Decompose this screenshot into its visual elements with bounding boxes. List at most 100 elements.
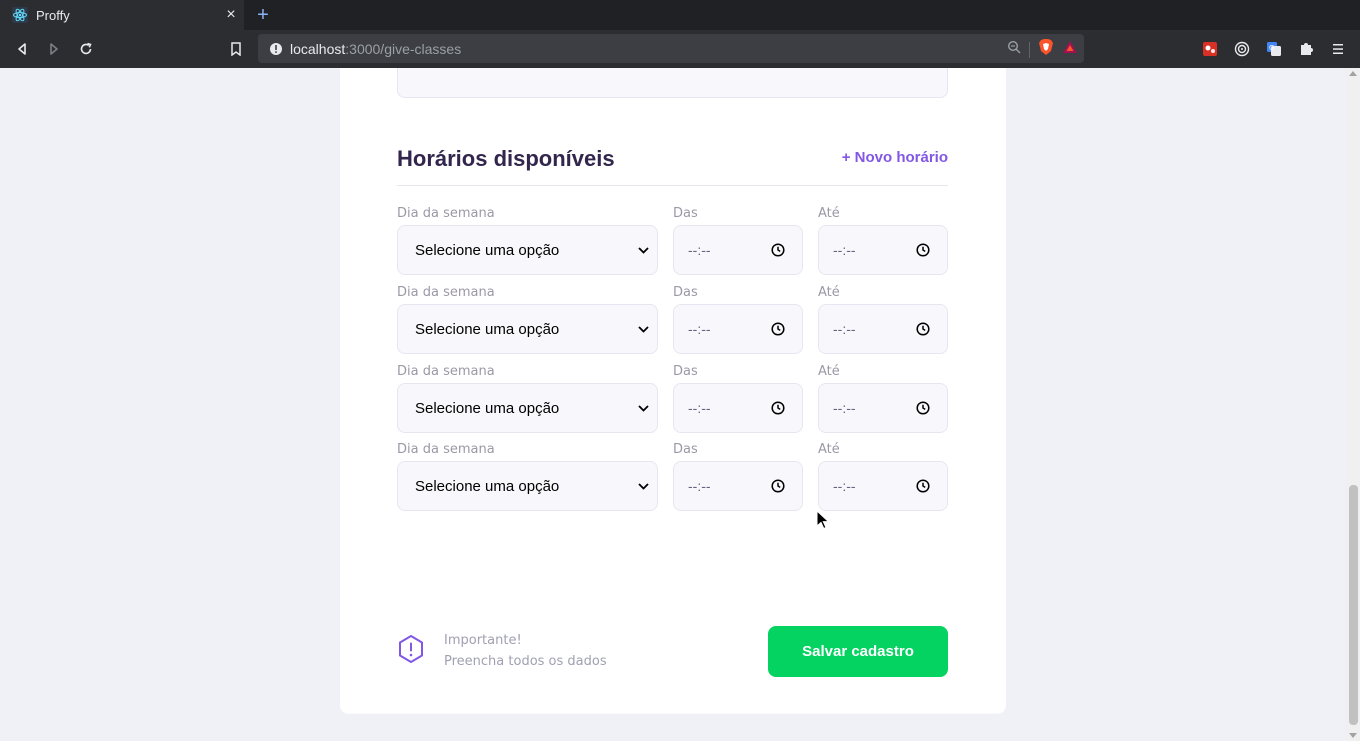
- warning-text: Preencha todos os dados: [444, 654, 607, 669]
- schedule-item: Dia da semana Das Até Selecione uma opçã…: [397, 442, 948, 520]
- url-actions: [1007, 38, 1078, 61]
- puzzle-icon: [1301, 43, 1313, 55]
- brave-rewards-icon[interactable]: [1062, 39, 1078, 60]
- to-label: Até: [818, 442, 840, 457]
- from-time-value: --:--: [688, 478, 711, 494]
- address-bar[interactable]: localhost:3000/give-classes: [258, 34, 1084, 63]
- week-day-select[interactable]: Selecione uma opção: [397, 383, 658, 433]
- reload-icon: [80, 42, 92, 55]
- scroll-down-icon[interactable]: [1349, 733, 1357, 738]
- browser-toolbar: localhost:3000/give-classes G: [0, 30, 1360, 68]
- brave-shield-icon[interactable]: [1038, 38, 1054, 61]
- week-day-label: Dia da semana: [397, 285, 495, 300]
- week-day-label: Dia da semana: [397, 364, 495, 379]
- to-time-value: --:--: [833, 321, 856, 337]
- week-day-label: Dia da semana: [397, 206, 495, 221]
- extensions-menu-button[interactable]: [1294, 37, 1318, 61]
- scroll-up-icon[interactable]: [1349, 71, 1357, 76]
- browser-tab[interactable]: Proffy ×: [0, 0, 244, 30]
- schedule-item: Dia da semana Das Até Selecione uma opçã…: [397, 206, 948, 284]
- chevron-down-icon: [633, 246, 653, 254]
- to-label: Até: [818, 364, 840, 379]
- to-time-input[interactable]: --:--: [818, 461, 948, 511]
- form-footer: Importante! Preencha todos os dados Salv…: [340, 590, 1006, 677]
- tab-bar: Proffy × +: [0, 0, 1360, 30]
- warning-icon: [399, 635, 423, 663]
- new-time-button[interactable]: + Novo horário: [842, 149, 948, 166]
- clock-icon[interactable]: [915, 401, 931, 415]
- schedule-item: Dia da semana Das Até Selecione uma opçã…: [397, 285, 948, 363]
- url-path: :3000/give-classes: [345, 40, 462, 57]
- from-time-input[interactable]: --:--: [673, 383, 803, 433]
- week-day-value: Selecione uma opção: [415, 320, 560, 338]
- chevron-down-icon: [633, 325, 653, 333]
- from-label: Das: [673, 442, 698, 457]
- to-label: Até: [818, 285, 840, 300]
- from-label: Das: [673, 206, 698, 221]
- to-time-value: --:--: [833, 478, 856, 494]
- new-tab-button[interactable]: +: [252, 4, 274, 26]
- previous-textarea[interactable]: [397, 68, 948, 98]
- clock-icon[interactable]: [770, 243, 786, 257]
- translate-icon: G: [1267, 42, 1281, 56]
- tab-title: Proffy: [36, 7, 70, 23]
- schedule-item: Dia da semana Das Até Selecione uma opçã…: [397, 364, 948, 442]
- from-time-value: --:--: [688, 400, 711, 416]
- week-day-select[interactable]: Selecione uma opção: [397, 304, 658, 354]
- react-icon: [12, 7, 28, 23]
- forward-icon: [50, 43, 58, 55]
- zoom-icon[interactable]: [1007, 40, 1021, 59]
- clock-icon[interactable]: [770, 401, 786, 415]
- url-host: localhost: [290, 40, 346, 57]
- url-text: localhost:3000/give-classes: [290, 41, 461, 57]
- from-time-input[interactable]: --:--: [673, 304, 803, 354]
- from-time-input[interactable]: --:--: [673, 225, 803, 275]
- forward-button[interactable]: [42, 37, 66, 61]
- to-time-input[interactable]: --:--: [818, 225, 948, 275]
- week-day-label: Dia da semana: [397, 442, 495, 457]
- to-time-input[interactable]: --:--: [818, 304, 948, 354]
- page-viewport: Horários disponíveis + Novo horário Dia …: [0, 68, 1346, 741]
- clock-icon[interactable]: [915, 243, 931, 257]
- week-day-value: Selecione uma opção: [415, 399, 560, 417]
- chevron-down-icon: [633, 482, 653, 490]
- reload-button[interactable]: [74, 37, 98, 61]
- to-label: Até: [818, 206, 840, 221]
- week-day-select[interactable]: Selecione uma opção: [397, 225, 658, 275]
- bookmark-icon: [231, 42, 241, 56]
- from-time-value: --:--: [688, 242, 711, 258]
- clock-icon[interactable]: [915, 479, 931, 493]
- info-icon[interactable]: [262, 42, 290, 56]
- scroll-thumb[interactable]: [1349, 485, 1358, 725]
- back-icon: [18, 43, 26, 55]
- chevron-down-icon: [633, 404, 653, 412]
- section-header: Horários disponíveis + Novo horário: [397, 146, 948, 186]
- target-icon: [1234, 41, 1250, 57]
- week-day-select[interactable]: Selecione uma opção: [397, 461, 658, 511]
- target-button[interactable]: [1230, 37, 1254, 61]
- menu-button[interactable]: [1326, 37, 1350, 61]
- bookmark-button[interactable]: [224, 37, 248, 61]
- clock-icon[interactable]: [770, 479, 786, 493]
- to-time-value: --:--: [833, 242, 856, 258]
- clock-icon[interactable]: [915, 322, 931, 336]
- to-time-value: --:--: [833, 400, 856, 416]
- tab-close-button[interactable]: ×: [220, 6, 242, 24]
- warning-title: Importante!: [444, 633, 522, 648]
- from-time-input[interactable]: --:--: [673, 461, 803, 511]
- from-label: Das: [673, 285, 698, 300]
- extension-icon: [1203, 42, 1217, 56]
- menu-icon: [1333, 44, 1343, 54]
- url-separator: [1029, 41, 1030, 58]
- svg-text:G: G: [1269, 44, 1274, 52]
- mouse-cursor-icon: [816, 510, 830, 530]
- page-scrollbar[interactable]: [1346, 68, 1360, 741]
- week-day-value: Selecione uma opção: [415, 477, 560, 495]
- from-time-value: --:--: [688, 321, 711, 337]
- clock-icon[interactable]: [770, 322, 786, 336]
- save-button[interactable]: Salvar cadastro: [768, 626, 948, 677]
- extension-button[interactable]: [1198, 37, 1222, 61]
- translate-button[interactable]: G: [1262, 37, 1286, 61]
- back-button[interactable]: [10, 37, 34, 61]
- to-time-input[interactable]: --:--: [818, 383, 948, 433]
